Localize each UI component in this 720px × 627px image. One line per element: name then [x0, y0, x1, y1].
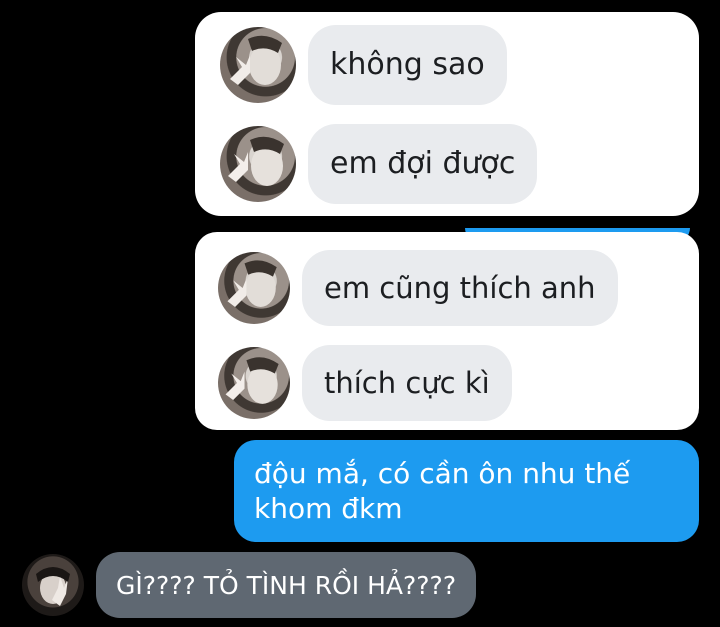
peace-sign-icon [228, 136, 284, 186]
avatar [22, 554, 84, 616]
peace-sign-icon [230, 35, 282, 85]
received-bubble: không sao [308, 25, 507, 105]
avatar [218, 347, 290, 419]
received-bubble: thích cực kì [302, 345, 512, 421]
message-row: em cũng thích anh [218, 250, 618, 326]
avatar [218, 252, 290, 324]
avatar [220, 27, 296, 103]
peace-sign-icon [227, 260, 277, 307]
avatar [220, 126, 296, 202]
received-bubble: em đợi được [308, 124, 538, 204]
message-row: em đợi được [220, 124, 538, 204]
received-bubble: em cũng thích anh [302, 250, 618, 326]
message-row: không sao [220, 25, 507, 105]
received-dark-bubble: GÌ???? TỎ TÌNH RỒI HẢ???? [96, 552, 477, 618]
sent-bubble: độu mắ, có cần ôn nhu thế khom đkm [234, 440, 699, 542]
peace-sign-icon [225, 357, 279, 404]
message-row: thích cực kì [218, 345, 512, 421]
peace-sign-icon [36, 567, 70, 606]
message-row: GÌ???? TỎ TÌNH RỒI HẢ???? [22, 552, 477, 618]
